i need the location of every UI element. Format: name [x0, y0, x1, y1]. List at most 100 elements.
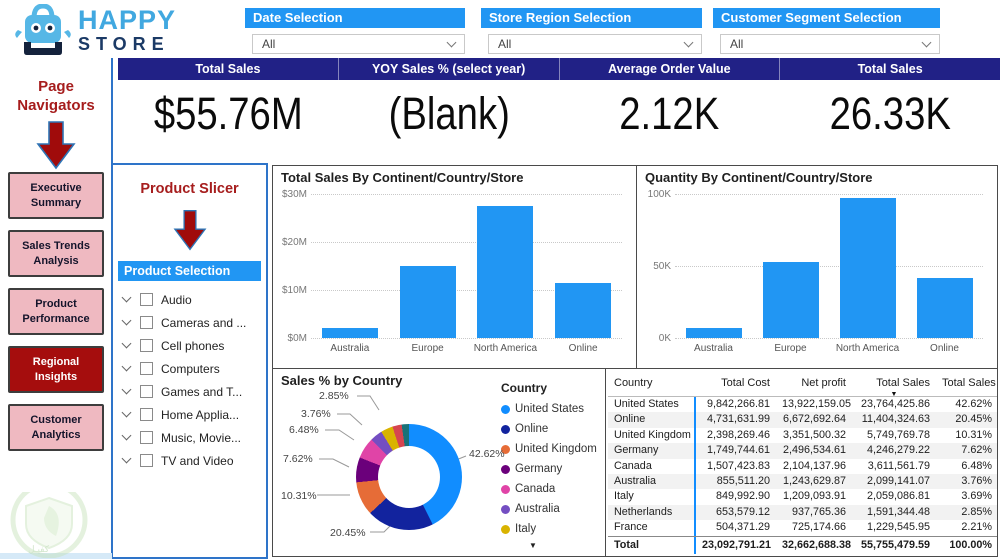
- table-row-netherlands[interactable]: Netherlands 653,579.12 937,765.36 1,591,344…: [608, 504, 997, 521]
- y-axis-tick: 100K: [647, 189, 671, 200]
- legend-item-label: United States: [515, 403, 585, 415]
- table-header-row[interactable]: Country Total Cost Net profit Total Sales ▼ T…: [608, 371, 997, 397]
- cell-country: Canada: [608, 458, 696, 474]
- slicer-item-cell-phones[interactable]: Cell phones: [113, 334, 266, 357]
- expand-chevron-icon[interactable]: [121, 361, 132, 372]
- slicer-item-music-movie[interactable]: Music, Movie...: [113, 426, 266, 449]
- legend-item-united-kingdom[interactable]: United Kingdom: [501, 443, 597, 455]
- happy-store-logo-icon: [15, 4, 71, 55]
- checkbox[interactable]: [140, 454, 153, 467]
- cell-value: 9,842,266.81: [706, 398, 770, 410]
- slicer-item-label: Music, Movie...: [161, 430, 242, 445]
- bar-online[interactable]: [555, 283, 612, 338]
- bar-online[interactable]: [916, 277, 973, 338]
- table-row-france[interactable]: France 504,371.29 725,174.66 1,229,545.95 2.…: [608, 520, 997, 536]
- cell-value: 1,507,423.83: [706, 459, 770, 472]
- checkbox[interactable]: [140, 385, 153, 398]
- bar-europe[interactable]: [399, 266, 456, 338]
- gridline: [675, 338, 983, 339]
- nav-button-regional-insights[interactable]: Regional Insights: [8, 346, 104, 393]
- slicer-item-games-and-t[interactable]: Games and T...: [113, 380, 266, 403]
- y-axis-tick: 0K: [658, 333, 671, 344]
- slicer-item-label: Computers: [161, 361, 220, 376]
- nav-button-executive-summary[interactable]: Executive Summary: [8, 172, 104, 219]
- legend-scroll-more-icon[interactable]: ▼: [529, 541, 597, 550]
- legend-dot-icon: [501, 464, 510, 474]
- nav-button-sales-trends-analysis[interactable]: Sales Trends Analysis: [8, 230, 104, 277]
- expand-chevron-icon[interactable]: [121, 430, 132, 441]
- checkbox[interactable]: [140, 431, 153, 444]
- donut-label-canada: 6.48%: [289, 424, 319, 436]
- expand-chevron-icon[interactable]: [121, 292, 132, 303]
- date-selection-dropdown[interactable]: All: [252, 34, 465, 54]
- legend-item-australia[interactable]: Australia: [501, 503, 597, 515]
- expand-chevron-icon[interactable]: [121, 315, 132, 326]
- checkbox[interactable]: [140, 293, 153, 306]
- legend-item-label: Canada: [515, 483, 556, 495]
- legend-item-canada[interactable]: Canada: [501, 483, 597, 495]
- cell-value: 13,922,159.05: [782, 398, 852, 410]
- total-sales-chart-title: Total Sales By Continent/Country/Store: [281, 170, 524, 185]
- x-axis-label: Europe: [411, 343, 444, 354]
- slicer-item-cameras-and[interactable]: Cameras and ...: [113, 311, 266, 334]
- expand-chevron-icon[interactable]: [121, 453, 132, 464]
- expand-chevron-icon[interactable]: [121, 384, 132, 395]
- slicer-item-computers[interactable]: Computers: [113, 357, 266, 380]
- slicer-item-audio[interactable]: Audio: [113, 288, 266, 311]
- y-axis-tick: $10M: [281, 285, 307, 296]
- donut-label-united-states: 42.62%: [469, 448, 505, 460]
- donut-hole: [378, 446, 440, 508]
- slicer-item-home-applia[interactable]: Home Applia...: [113, 403, 266, 426]
- legend-item-label: Italy: [515, 523, 537, 535]
- legend-item-online[interactable]: Online: [501, 423, 597, 435]
- checkbox[interactable]: [140, 316, 153, 329]
- bar-north-america[interactable]: [477, 206, 534, 338]
- slicer-item-tv-and-video[interactable]: TV and Video: [113, 449, 266, 472]
- cell-value: 3.76%: [961, 474, 992, 487]
- table-row-united-kingdom[interactable]: United Kingdom 2,398,269.46 3,351,500.32 5,…: [608, 427, 997, 444]
- kpi-value-total-sales: $55.76M: [153, 88, 303, 139]
- cell-country: United Kingdom: [608, 427, 696, 444]
- quantity-bar-chart: Quantity By Continent/Country/Store 0K 50…: [637, 166, 997, 369]
- table-row-canada[interactable]: Canada 1,507,423.83 2,104,137.96 3,611,561.…: [608, 458, 997, 474]
- store-region-header: Store Region Selection: [481, 8, 702, 28]
- slicer-item-label: Games and T...: [161, 384, 243, 399]
- page-nav-buttons: Executive Summary Sales Trends Analysis Pr…: [8, 172, 104, 451]
- bar-north-america[interactable]: [839, 198, 896, 338]
- table-row-australia[interactable]: Australia 855,511.20 1,243,629.87 2,099,141…: [608, 473, 997, 490]
- checkbox[interactable]: [140, 362, 153, 375]
- cell-value: 1,229,545.95: [866, 521, 930, 534]
- store-region-dropdown[interactable]: All: [488, 34, 702, 54]
- slicer-item-label: Audio: [161, 292, 192, 307]
- expand-chevron-icon[interactable]: [121, 338, 132, 349]
- y-axis-tick: $20M: [281, 237, 307, 248]
- checkbox[interactable]: [140, 339, 153, 352]
- bar-europe[interactable]: [762, 261, 819, 338]
- table-row-italy[interactable]: Italy 849,992.90 1,209,093.91 2,059,086.81 3…: [608, 489, 997, 505]
- product-slicer-title: Product Slicer: [140, 181, 239, 197]
- nav-button-customer-analytics[interactable]: Customer Analytics: [8, 404, 104, 451]
- bar-australia[interactable]: [685, 327, 742, 338]
- chevron-down-icon: [683, 37, 694, 47]
- cell-value: 2,104,137.96: [782, 459, 846, 472]
- table-row-online[interactable]: Online 4,731,631.99 6,672,692.64 11,404,324…: [608, 412, 997, 428]
- kpi-value-yoy-sales: (Blank): [388, 88, 510, 139]
- table-row-germany[interactable]: Germany 1,749,744.61 2,496,534.61 4,246,279…: [608, 443, 997, 459]
- expand-chevron-icon[interactable]: [121, 407, 132, 418]
- bar-australia[interactable]: [321, 327, 378, 338]
- legend-item-italy[interactable]: Italy: [501, 523, 597, 535]
- shield-watermark-icon: [10, 492, 88, 558]
- x-axis-label: Online: [930, 343, 959, 354]
- customer-segment-dropdown[interactable]: All: [720, 34, 940, 54]
- table-row-united-states[interactable]: United States 9,842,266.81 13,922,159.05 23…: [608, 397, 997, 413]
- donut-label-germany: 7.62%: [283, 453, 313, 465]
- legend-item-united-states[interactable]: United States: [501, 403, 597, 415]
- x-axis-label: Australia: [330, 343, 370, 354]
- legend-item-germany[interactable]: Germany: [501, 463, 597, 475]
- cell-value: 2,099,141.07: [866, 474, 930, 487]
- nav-button-product-performance[interactable]: Product Performance: [8, 288, 104, 335]
- donut-label-australia: 3.76%: [301, 408, 331, 420]
- cell-value: 849,992.90: [715, 490, 770, 503]
- store-logo: HAPPY STORE: [12, 4, 176, 56]
- checkbox[interactable]: [140, 408, 153, 421]
